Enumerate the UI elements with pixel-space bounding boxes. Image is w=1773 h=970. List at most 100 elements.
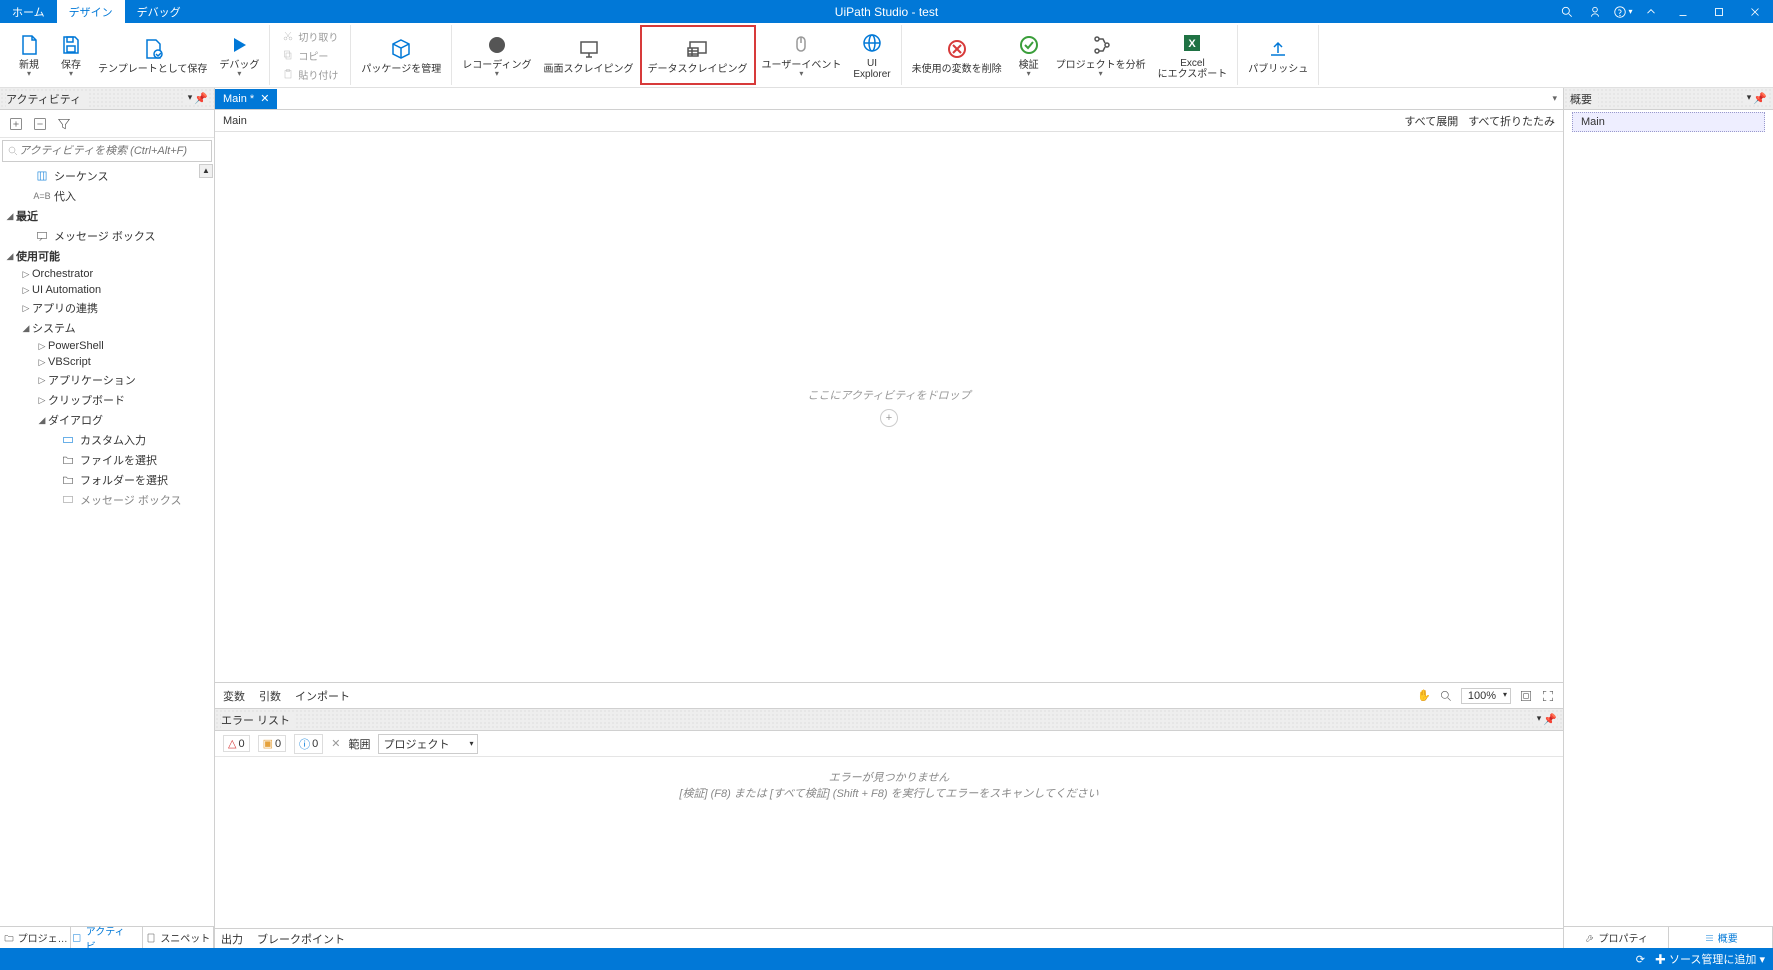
publish-button[interactable]: パブリッシュ: [1242, 25, 1314, 85]
tree-group-orchestrator[interactable]: ▷Orchestrator: [0, 266, 214, 282]
tree-group-powershell[interactable]: ▷PowerShell: [0, 338, 214, 354]
copy-button[interactable]: コピー: [278, 47, 342, 64]
clear-icon[interactable]: ✕: [331, 737, 340, 750]
tree-group-available[interactable]: ◢使用可能: [0, 246, 214, 266]
fullscreen-icon[interactable]: [1541, 689, 1555, 703]
tree-group-application[interactable]: ▷アプリケーション: [0, 370, 214, 390]
clipboard-group: 切り取り コピー 貼り付け: [274, 24, 346, 87]
designer-panel: Main *✕ ▾ Main すべて展開 すべて折りたたみ ここにアクティビティ…: [215, 88, 1563, 708]
app-title: UiPath Studio - test: [835, 5, 938, 19]
collapse-all-button[interactable]: すべて折りたたみ: [1468, 113, 1555, 129]
arguments-tab[interactable]: 引数: [259, 688, 281, 704]
tree-group-recent[interactable]: ◢最近: [0, 206, 214, 226]
activity-tree: ▲ シーケンス A=B代入 ◢最近 メッセージ ボックス ◢使用可能 ▷Orch…: [0, 164, 214, 926]
menu-tabs: ホーム デザイン デバッグ: [0, 0, 193, 23]
tree-item-sequence[interactable]: シーケンス: [0, 166, 214, 186]
maximize-button[interactable]: [1701, 0, 1737, 23]
tree-item-assign[interactable]: A=B代入: [0, 186, 214, 206]
close-button[interactable]: [1737, 0, 1773, 23]
save-template-button[interactable]: テンプレートとして保存: [92, 25, 213, 85]
zoom-select[interactable]: 100% ▾: [1461, 688, 1511, 704]
tab-project[interactable]: プロジェ…: [0, 927, 71, 948]
output-tab[interactable]: 出力: [221, 931, 243, 947]
pin-icon[interactable]: 📌: [194, 92, 208, 105]
warning-icon: ▣: [263, 737, 273, 750]
doc-tab-main[interactable]: Main *✕: [215, 89, 277, 109]
tree-group-uiautomation[interactable]: ▷UI Automation: [0, 282, 214, 298]
paste-button[interactable]: 貼り付け: [278, 66, 342, 83]
minimize-button[interactable]: [1665, 0, 1701, 23]
dropdown-icon[interactable]: ▾: [1747, 92, 1752, 105]
filter-icon[interactable]: [56, 116, 72, 132]
collapse-ribbon-icon[interactable]: [1637, 0, 1665, 23]
breadcrumb-main[interactable]: Main: [223, 115, 247, 127]
screen-scraping-button[interactable]: 画面スクレイピング: [538, 25, 640, 85]
mouse-icon: [788, 32, 814, 58]
save-button[interactable]: 保存▾: [50, 25, 92, 85]
tab-activity[interactable]: アクティビ…: [71, 927, 142, 948]
dropdown-icon[interactable]: ▾: [188, 92, 193, 105]
expand-icon[interactable]: [8, 116, 24, 132]
new-button[interactable]: 新規▾: [8, 25, 50, 85]
pan-icon[interactable]: ✋: [1417, 689, 1431, 702]
error-count[interactable]: △0: [223, 735, 250, 752]
close-tab-icon[interactable]: ✕: [260, 92, 269, 105]
zoom-icon[interactable]: [1439, 689, 1453, 703]
info-count[interactable]: ⓘ0: [294, 734, 323, 754]
tab-properties[interactable]: プロパティ: [1564, 927, 1669, 948]
designer-canvas[interactable]: ここにアクティビティをドロップ +: [215, 132, 1563, 682]
add-activity-icon[interactable]: +: [880, 409, 898, 427]
tree-item-selectfile[interactable]: ファイルを選択: [0, 450, 214, 470]
warning-count[interactable]: ▣0: [258, 735, 287, 752]
pin-icon[interactable]: 📌: [1753, 92, 1767, 105]
tree-group-vbscript[interactable]: ▷VBScript: [0, 354, 214, 370]
tab-debug[interactable]: デバッグ: [125, 0, 193, 23]
expand-all-button[interactable]: すべて展開: [1404, 113, 1458, 129]
tab-outline[interactable]: 概要: [1669, 927, 1773, 948]
manage-packages-button[interactable]: パッケージを管理: [355, 25, 447, 85]
data-scraping-button[interactable]: データスクレイピング: [640, 25, 756, 85]
recording-button[interactable]: レコーディング▾: [456, 25, 537, 85]
validate-button[interactable]: 検証▾: [1008, 25, 1050, 85]
remove-unused-button[interactable]: 未使用の変数を削除: [906, 25, 1008, 85]
imports-tab[interactable]: インポート: [295, 688, 350, 704]
tree-group-system[interactable]: ◢システム: [0, 318, 214, 338]
cut-button[interactable]: 切り取り: [278, 28, 342, 45]
collapse-icon[interactable]: [32, 116, 48, 132]
scroll-up-icon[interactable]: ▲: [199, 164, 213, 178]
feedback-icon[interactable]: [1581, 0, 1609, 23]
tree-group-dialog[interactable]: ◢ダイアログ: [0, 410, 214, 430]
help-icon[interactable]: ▾: [1609, 0, 1637, 23]
activity-search[interactable]: [2, 140, 212, 162]
search-input[interactable]: [19, 145, 207, 157]
tab-snippet[interactable]: スニペット: [143, 927, 214, 948]
error-list-header: エラー リスト ▾ 📌: [215, 709, 1563, 731]
scope-select[interactable]: プロジェクト▾: [378, 734, 478, 754]
pin-icon[interactable]: 📌: [1543, 713, 1557, 726]
debug-button[interactable]: デバッグ▾: [213, 25, 265, 85]
file-icon: [60, 452, 76, 468]
add-source-control[interactable]: ✚ ソース管理に追加 ▾: [1655, 951, 1765, 967]
title-controls: ▾: [1553, 0, 1773, 23]
analyze-button[interactable]: プロジェクトを分析▾: [1050, 25, 1152, 85]
tree-item-selectfolder[interactable]: フォルダーを選択: [0, 470, 214, 490]
tree-item-msgbox[interactable]: メッセージ ボックス: [0, 226, 214, 246]
ui-explorer-button[interactable]: UI Explorer: [847, 25, 896, 85]
tree-group-appintegration[interactable]: ▷アプリの連携: [0, 298, 214, 318]
tree-group-clipboard[interactable]: ▷クリップボード: [0, 390, 214, 410]
tree-item-msgbox2[interactable]: メッセージ ボックス: [0, 490, 214, 510]
dropdown-icon[interactable]: ▾: [1537, 713, 1542, 726]
tab-design[interactable]: デザイン: [57, 0, 125, 23]
export-excel-button[interactable]: XExcel にエクスポート: [1152, 25, 1234, 85]
outline-root[interactable]: Main: [1572, 112, 1765, 132]
tab-home[interactable]: ホーム: [0, 0, 57, 23]
tabs-dropdown-icon[interactable]: ▾: [1546, 93, 1563, 104]
folder-icon: [60, 472, 76, 488]
search-icon[interactable]: [1553, 0, 1581, 23]
variables-tab[interactable]: 変数: [223, 688, 245, 704]
breakpoints-tab[interactable]: ブレークポイント: [257, 931, 345, 947]
tree-item-custominput[interactable]: カスタム入力: [0, 430, 214, 450]
user-events-button[interactable]: ユーザーイベント▾: [756, 25, 848, 85]
fit-icon[interactable]: [1519, 689, 1533, 703]
sync-icon[interactable]: ⟳: [1636, 953, 1645, 966]
